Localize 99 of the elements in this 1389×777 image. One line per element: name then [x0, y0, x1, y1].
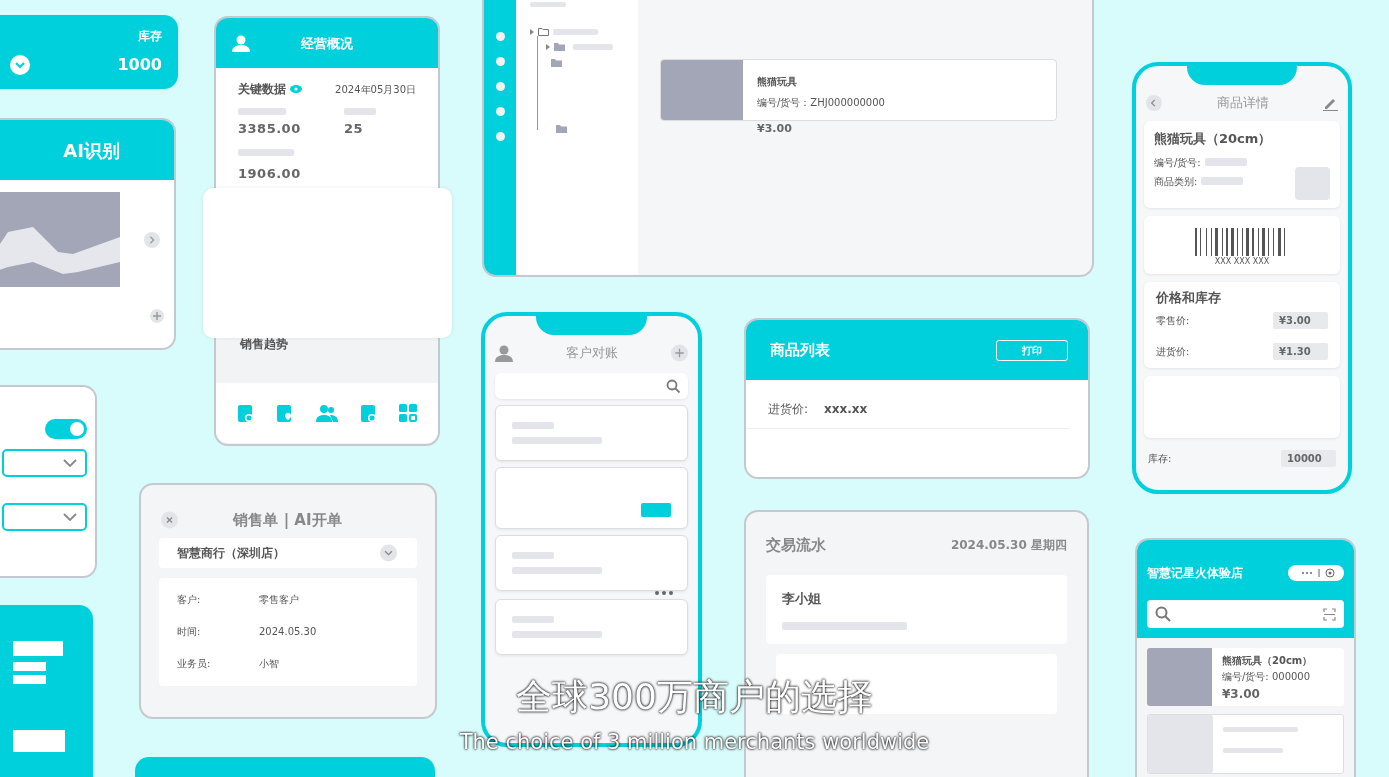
- folder-icon[interactable]: [551, 58, 562, 67]
- placeholder-bar: [530, 2, 566, 7]
- folder-icon[interactable]: [556, 124, 567, 133]
- placeholder-bar: [238, 108, 286, 115]
- chevron-down-icon: [380, 542, 397, 563]
- dot-icon[interactable]: [495, 132, 505, 141]
- section-title: 关键数据: [238, 81, 286, 98]
- field-value: xxx.xx: [824, 401, 868, 418]
- plus-icon[interactable]: [671, 343, 688, 363]
- document-icon[interactable]: [359, 403, 378, 423]
- search-field[interactable]: [495, 373, 688, 399]
- product-code: 编号/货号: 000000: [1222, 670, 1312, 684]
- people-icon[interactable]: [316, 404, 338, 422]
- section-title: 销售趋势: [240, 336, 289, 353]
- field-value: 零售客户: [259, 593, 299, 607]
- shop-title: 智慧记星火体验店: [1147, 565, 1243, 582]
- rectangle-icon: [13, 730, 65, 752]
- date-text: 2024.05.30 星期四: [950, 537, 1067, 555]
- product-name: 熊猫玩具（20cm）: [1154, 130, 1273, 148]
- menu-capsule-icon[interactable]: [1288, 565, 1344, 581]
- placeholder-bar: [1201, 177, 1244, 185]
- price-value: ¥3.00: [1273, 311, 1328, 329]
- placeholder-bar: [1223, 748, 1283, 753]
- stat-value: 3385.00: [238, 120, 302, 138]
- phone-title: 客户对账: [566, 344, 618, 363]
- section-title: 价格和库存: [1156, 289, 1222, 307]
- toggle-switch[interactable]: [45, 419, 87, 439]
- dot-icon[interactable]: [495, 57, 505, 66]
- field-label: 编号/货号:: [1154, 155, 1201, 170]
- placeholder-bar: [553, 28, 598, 35]
- product-name: 熊猫玩具: [757, 76, 797, 87]
- card-title: AI识别: [63, 138, 120, 163]
- expand-arrow-icon[interactable]: [546, 43, 550, 50]
- chevron-down-icon: [63, 513, 77, 521]
- field-label: 零售价:: [1156, 313, 1190, 328]
- dot-icon[interactable]: [495, 32, 505, 41]
- more-icon[interactable]: [655, 591, 673, 595]
- phone-title: 经营概况: [301, 36, 353, 51]
- search-icon: [666, 379, 680, 393]
- card-title: 商品列表: [770, 339, 830, 361]
- customer-name: 李小姐: [782, 589, 822, 608]
- placeholder-bar: [512, 616, 554, 623]
- photo-placeholder: [1147, 648, 1212, 706]
- product-price: ¥3.00: [1222, 686, 1261, 703]
- chevron-down-icon: [63, 459, 77, 467]
- person-icon: [495, 344, 513, 362]
- field-label: 时间:: [177, 625, 202, 639]
- stat-value: 1906.00: [238, 164, 302, 183]
- field-label: 业务员:: [177, 657, 212, 671]
- scan-icon[interactable]: [1323, 607, 1336, 621]
- date-text: 2024年05月30日: [335, 82, 416, 97]
- grid-icon[interactable]: [399, 404, 418, 422]
- dot-icon[interactable]: [495, 107, 505, 116]
- placeholder-bar: [573, 43, 613, 50]
- stock-label: 库存: [137, 28, 162, 45]
- text-lines-icon: [13, 641, 65, 685]
- dropdown-field[interactable]: [2, 449, 87, 477]
- action-button[interactable]: [641, 503, 671, 517]
- field-value: 小智: [259, 657, 279, 671]
- placeholder-bar: [238, 148, 294, 156]
- photo-placeholder: [1295, 167, 1330, 200]
- eye-icon: [290, 85, 302, 93]
- document-icon[interactable]: [236, 403, 255, 423]
- folder-icon[interactable]: [538, 27, 549, 36]
- store-selector[interactable]: 智慧商行（深圳店）: [159, 537, 417, 568]
- dialog-title: 销售单 | AI开单: [231, 510, 343, 531]
- dot-icon[interactable]: [495, 82, 505, 91]
- close-icon[interactable]: [161, 510, 178, 531]
- stat-value: 25: [344, 120, 365, 138]
- back-icon[interactable]: [1146, 93, 1162, 113]
- stock-value: 1000: [117, 54, 162, 76]
- field-label: 客户:: [177, 593, 202, 607]
- chevron-right-icon[interactable]: [144, 229, 160, 250]
- barcode-number: XXX XXX XXX: [1214, 256, 1270, 268]
- plus-icon[interactable]: [150, 309, 164, 323]
- chevron-down-icon[interactable]: [10, 55, 30, 75]
- dropdown-field[interactable]: [2, 503, 87, 531]
- search-icon: [1155, 606, 1171, 622]
- price-value: ¥1.30: [1273, 342, 1328, 360]
- placeholder-bar: [1204, 158, 1247, 166]
- field-label: 商品类别:: [1154, 174, 1198, 189]
- field-value: 2024.05.30: [259, 625, 317, 639]
- product-price: ¥3.00: [757, 121, 793, 137]
- card-title: 交易流水: [766, 535, 826, 556]
- stock-value: 10000: [1281, 449, 1336, 467]
- folder-icon[interactable]: [554, 42, 565, 51]
- field-label: 库存:: [1148, 451, 1172, 466]
- expand-arrow-icon[interactable]: [530, 28, 534, 35]
- field-label: 进货价:: [768, 401, 809, 418]
- person-icon: [232, 34, 250, 52]
- placeholder-bar: [344, 108, 377, 115]
- product-code: 编号/货号：ZHJ000000000: [757, 96, 885, 110]
- photo-placeholder: [1148, 715, 1213, 773]
- placeholder-bar: [512, 422, 554, 429]
- field-label: 进货价:: [1156, 344, 1190, 359]
- placeholder-bar: [512, 552, 554, 559]
- phone-title: 商品详情: [1216, 94, 1269, 113]
- search-field[interactable]: [1147, 600, 1344, 628]
- product-name: 熊猫玩具（20cm）: [1222, 654, 1313, 668]
